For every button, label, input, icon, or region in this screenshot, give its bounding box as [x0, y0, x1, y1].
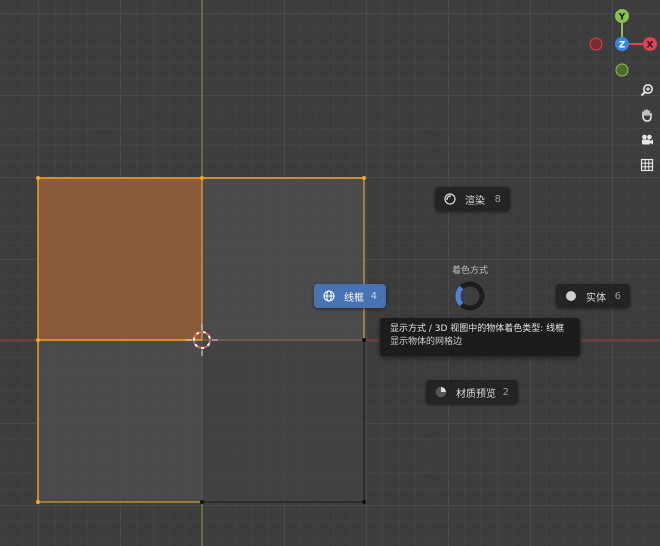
shading-render-label: 渲染 — [465, 195, 485, 207]
shading-material-preview-button[interactable]: 材质预览 2 — [426, 380, 518, 404]
shading-material-label: 材质预览 — [456, 388, 496, 400]
camera-icon[interactable] — [636, 129, 658, 151]
zoom-icon[interactable] — [636, 79, 658, 101]
mesh-face — [202, 340, 364, 502]
shading-wireframe-shortcut: 4 — [370, 290, 377, 302]
shading-solid-label: 实体 — [586, 292, 606, 304]
scene-canvas — [0, 0, 660, 546]
tooltip-title: 显示方式 / 3D 视图中的物体着色类型: 线框 — [390, 324, 565, 334]
wireframe-icon — [322, 289, 336, 303]
material-preview-icon — [434, 385, 448, 399]
svg-text:Y: Y — [618, 13, 626, 23]
shading-wireframe-label: 线框 — [344, 292, 364, 304]
selected-face — [38, 178, 202, 340]
shading-material-shortcut: 2 — [502, 386, 509, 398]
shading-render-shortcut: 8 — [494, 193, 501, 205]
shading-tooltip: 显示方式 / 3D 视图中的物体着色类型: 线框 显示物体的网格边 — [380, 318, 580, 356]
mesh-face — [38, 340, 202, 502]
shading-solid-button[interactable]: 实体 6 — [556, 284, 630, 308]
pie-direction-indicator — [455, 281, 485, 311]
svg-text:Z: Z — [619, 41, 626, 51]
svg-text:X: X — [647, 41, 654, 51]
shading-render-button[interactable]: 渲染 8 — [435, 187, 510, 211]
grid-view-icon[interactable] — [636, 154, 658, 176]
neg-y-axis-icon — [615, 63, 629, 77]
neg-x-axis-icon — [589, 37, 603, 51]
shading-solid-shortcut: 6 — [614, 290, 621, 302]
pie-menu-title: 着色方式 — [451, 266, 488, 276]
solid-icon — [564, 289, 578, 303]
tooltip-description: 显示物体的网格边 — [390, 337, 463, 347]
mesh-face — [202, 178, 364, 340]
pan-hand-icon[interactable] — [636, 104, 658, 126]
navigation-gizmo[interactable]: Y X Z — [588, 8, 660, 80]
shading-wireframe-button[interactable]: 线框 4 — [314, 284, 386, 308]
render-icon — [443, 192, 457, 206]
